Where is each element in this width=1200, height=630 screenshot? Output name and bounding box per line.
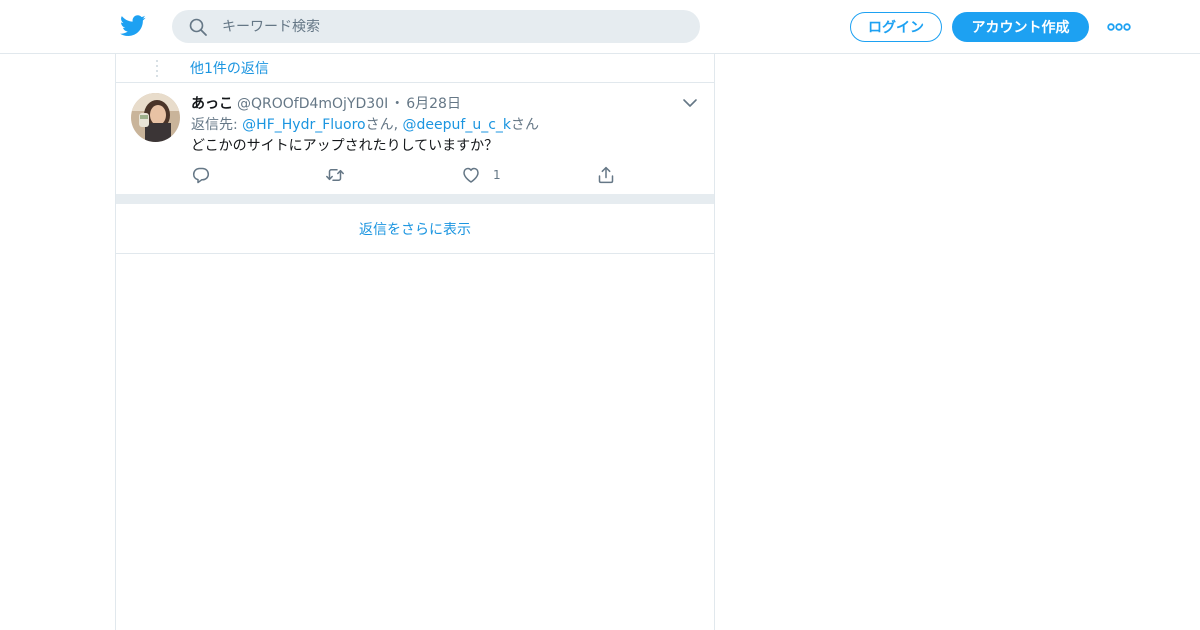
mention-link[interactable]: @HF_Hydr_Fluoro (242, 117, 365, 133)
signup-button[interactable]: アカウント作成 (952, 12, 1089, 42)
heart-icon (463, 167, 479, 183)
login-button[interactable]: ログイン (850, 12, 942, 42)
tweet-actions: 1 (191, 165, 691, 185)
mention-suffix: さん (365, 117, 394, 133)
tweet-date[interactable]: 6月28日 (406, 96, 461, 112)
twitter-bird-icon[interactable] (120, 14, 146, 38)
tweet-text: どこかのサイトにアップされたりしていますか？ (191, 138, 499, 154)
more-dots-icon[interactable] (1106, 19, 1132, 35)
thread-dots-icon (156, 60, 158, 77)
header-separator: ・ (390, 96, 405, 112)
show-more-replies-button[interactable]: 返信をさらに表示 (116, 204, 714, 254)
reply-prefix: 返信先: (191, 117, 243, 133)
more-replies-link[interactable]: 他1件の返信 (116, 54, 714, 83)
like-count: 1 (493, 168, 501, 182)
share-icon (598, 166, 614, 184)
retweet-icon (326, 168, 344, 182)
like-button[interactable]: 1 (461, 165, 501, 185)
display-name[interactable]: あっこ (191, 96, 233, 112)
share-button[interactable] (596, 165, 616, 185)
more-replies-label[interactable]: 他1件の返信 (190, 58, 269, 78)
search-box[interactable] (172, 10, 700, 43)
timeline-column: 他1件の返信 あっこ @QROOfD4mOjYD30I ・ 6月28日 返信先: @H… (115, 54, 715, 630)
search-input[interactable] (222, 10, 682, 43)
tweet[interactable]: あっこ @QROOfD4mOjYD30I ・ 6月28日 返信先: @HF_Hydr_… (116, 83, 714, 194)
search-icon (189, 18, 207, 36)
retweet-button[interactable] (325, 165, 345, 185)
thread-divider (116, 194, 714, 204)
mention-link[interactable]: @deepuf_u_c_k (403, 117, 511, 133)
avatar[interactable] (131, 93, 180, 142)
mention-joiner: , (393, 117, 403, 133)
reply-context: 返信先: @HF_Hydr_Fluoroさん, @deepuf_u_c_kさん (191, 114, 539, 134)
tweet-header: あっこ @QROOfD4mOjYD30I ・ 6月28日 (191, 93, 461, 113)
reply-button[interactable] (191, 165, 211, 185)
avatar-image (131, 93, 180, 142)
top-bar: ログイン アカウント作成 (0, 0, 1200, 54)
chevron-down-icon[interactable] (682, 97, 698, 109)
user-handle[interactable]: @QROOfD4mOjYD30I (237, 96, 388, 112)
reply-icon (192, 167, 210, 184)
mention-suffix: さん (511, 117, 539, 133)
